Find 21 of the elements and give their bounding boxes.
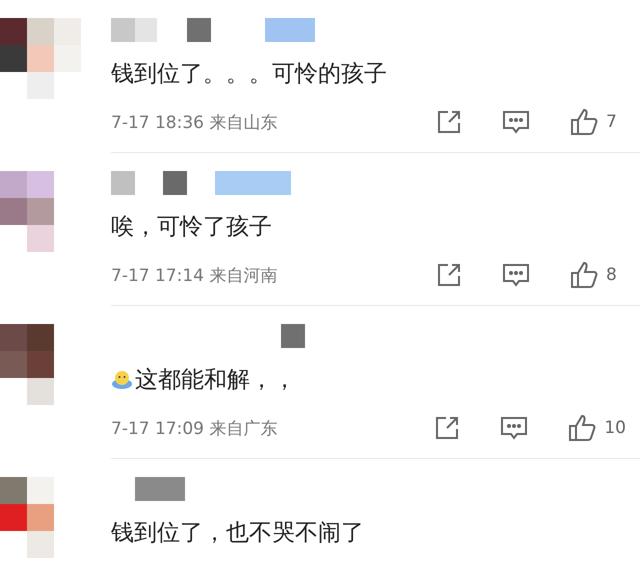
thumbs-up-icon[interactable] bbox=[568, 414, 596, 442]
blurred-username bbox=[281, 324, 305, 348]
blurred-username bbox=[135, 477, 185, 501]
share-icon[interactable] bbox=[436, 109, 462, 135]
comment-time: 7-17 17:09 来自广东 bbox=[111, 418, 278, 440]
comment-time: 7-17 17:14 来自河南 bbox=[111, 264, 278, 286]
comment-icon[interactable] bbox=[500, 415, 528, 441]
comment-time: 7-17 18:36 来自山东 bbox=[111, 112, 278, 134]
like-count: 8 bbox=[606, 265, 618, 285]
comment-text: 钱到位了，也不哭不闹了 bbox=[111, 518, 364, 548]
share-icon[interactable] bbox=[436, 262, 462, 288]
comment-icon[interactable] bbox=[502, 262, 530, 288]
comment-icon[interactable] bbox=[502, 109, 530, 135]
comment-text: 这都能和解，， bbox=[135, 366, 296, 394]
comment-text: 唉，可怜了孩子 bbox=[111, 212, 272, 242]
like-count: 10 bbox=[604, 418, 626, 438]
comment-text: 钱到位了。。。可怜的孩子 bbox=[111, 60, 387, 88]
share-icon[interactable] bbox=[434, 415, 460, 441]
thumbs-up-icon[interactable] bbox=[570, 108, 598, 136]
like-count: 7 bbox=[606, 112, 618, 132]
thumbs-up-icon[interactable] bbox=[570, 261, 598, 289]
